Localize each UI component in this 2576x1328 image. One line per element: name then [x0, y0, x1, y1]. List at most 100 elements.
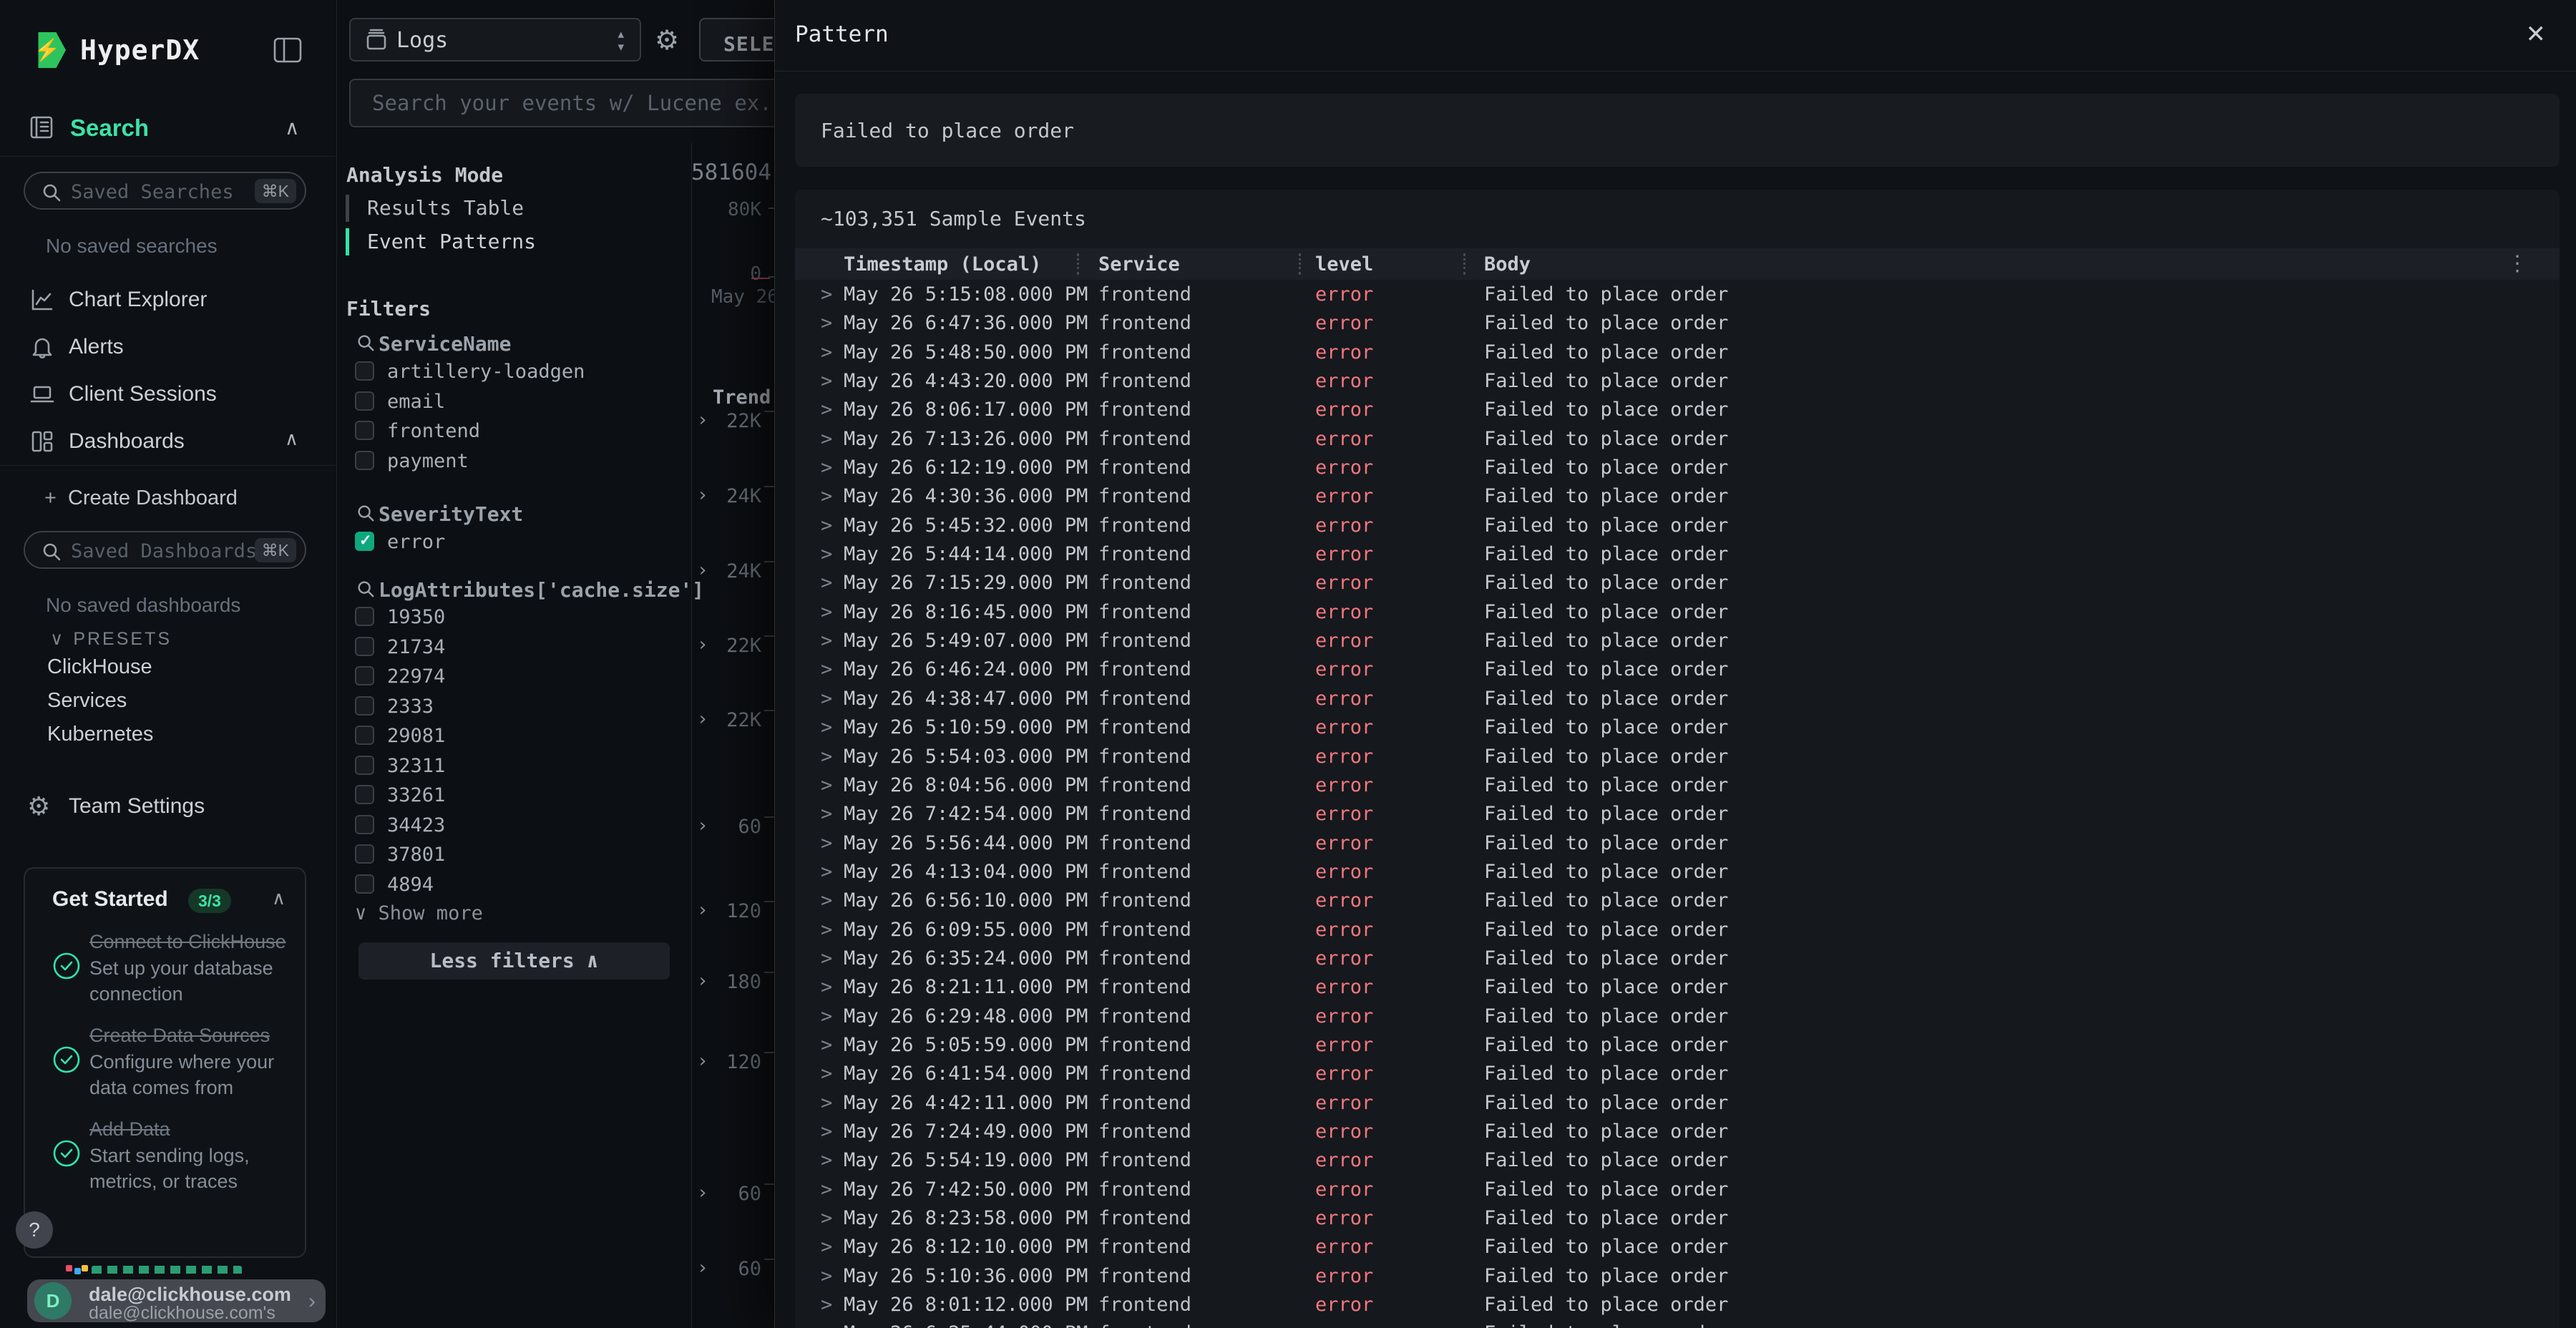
column-separator[interactable] [1463, 253, 1465, 275]
event-row[interactable]: > May 26 7:13:26.000 PM frontend error F… [795, 424, 2560, 453]
expand-chevron-icon[interactable]: > [821, 1092, 832, 1114]
event-row[interactable]: > May 26 4:30:36.000 PM frontend error F… [795, 482, 2560, 510]
event-row[interactable]: > May 26 5:15:08.000 PM frontend error F… [795, 280, 2560, 308]
event-row[interactable]: > May 26 6:41:54.000 PM frontend error F… [795, 1059, 2560, 1088]
preset-dashboard-link[interactable]: Kubernetes [47, 723, 153, 751]
expand-chevron-icon[interactable]: > [821, 947, 832, 970]
pattern-row-preview[interactable]: › 120 [691, 898, 784, 927]
expand-chevron-icon[interactable]: > [821, 889, 832, 912]
expand-chevron-icon[interactable]: > [821, 1034, 832, 1056]
checkbox[interactable] [355, 785, 374, 804]
filter-checkbox-option[interactable]: error [337, 528, 691, 558]
collapse-sidebar-icon[interactable] [272, 34, 303, 66]
search-collapse-icon[interactable]: ∧ [285, 116, 300, 140]
event-row[interactable]: > May 26 7:24:49.000 PM frontend error F… [795, 1117, 2560, 1146]
checkbox[interactable] [355, 696, 374, 716]
source-select[interactable]: Logs ▴▾ [349, 18, 641, 62]
pattern-row-preview[interactable]: › 180 [691, 969, 784, 997]
pattern-row-preview[interactable]: › 60 [691, 1256, 784, 1284]
event-row[interactable]: > May 26 7:15:29.000 PM frontend error F… [795, 568, 2560, 597]
source-settings-gear-icon[interactable]: ⚙ [655, 24, 679, 57]
pattern-row-preview[interactable]: › 22K [691, 633, 784, 661]
sidebar-item-search[interactable]: Search [70, 114, 149, 142]
checkbox[interactable] [355, 874, 374, 894]
pattern-row-preview[interactable]: › 24K [691, 483, 784, 512]
checkbox[interactable] [355, 844, 374, 864]
preset-dashboard-link[interactable]: Services [47, 689, 127, 718]
col-service[interactable]: Service [1098, 253, 1180, 275]
checkbox[interactable] [355, 421, 374, 440]
filter-checkbox-option[interactable]: frontend [337, 417, 691, 447]
filter-checkbox-option[interactable]: 29081 [337, 722, 691, 752]
event-row[interactable]: > May 26 6:09:55.000 PM frontend error F… [795, 915, 2560, 944]
event-row[interactable]: > May 26 5:54:03.000 PM frontend error F… [795, 742, 2560, 771]
col-body[interactable]: Body [1484, 253, 1531, 275]
sidebar-item-alerts[interactable]: Alerts [0, 331, 336, 365]
expand-chevron-icon[interactable]: > [821, 283, 832, 306]
event-row[interactable]: > May 26 8:12:10.000 PM frontend error F… [795, 1232, 2560, 1261]
pattern-row-preview[interactable]: › 60 [691, 814, 784, 842]
event-row[interactable]: > May 26 5:10:36.000 PM frontend error F… [795, 1261, 2560, 1290]
filter-checkbox-option[interactable]: 37801 [337, 841, 691, 871]
search-icon[interactable] [356, 503, 376, 527]
event-row[interactable]: > May 26 6:29:48.000 PM frontend error F… [795, 1002, 2560, 1030]
expand-chevron-icon[interactable]: > [821, 861, 832, 883]
expand-chevron-icon[interactable]: > [821, 341, 832, 363]
show-more-link[interactable]: ∨ Show more [355, 902, 483, 924]
saved-searches-input[interactable]: Saved Searches ⌘K [24, 172, 306, 210]
event-row[interactable]: > May 26 4:38:47.000 PM frontend error F… [795, 684, 2560, 713]
expand-chevron-icon[interactable]: > [821, 1063, 832, 1085]
event-row[interactable]: > May 26 6:46:24.000 PM frontend error F… [795, 655, 2560, 683]
expand-chevron-icon[interactable]: > [821, 976, 832, 998]
checkbox[interactable] [355, 361, 374, 381]
dashboards-collapse-icon[interactable]: ∧ [285, 428, 298, 450]
expand-chevron-icon[interactable]: > [821, 658, 832, 680]
help-button[interactable]: ? [16, 1211, 53, 1249]
pattern-row-preview[interactable]: › 22K [691, 707, 784, 736]
presets-header[interactable]: ∨PRESETS [50, 628, 172, 650]
checkbox[interactable] [355, 532, 374, 551]
expand-chevron-icon[interactable]: > [821, 1294, 832, 1316]
checkbox[interactable] [355, 666, 374, 685]
event-row[interactable]: > May 26 8:23:58.000 PM frontend error F… [795, 1204, 2560, 1232]
event-row[interactable]: > May 26 6:25:44.000 PM frontend error F… [795, 1319, 2560, 1328]
analysis-mode-option[interactable]: Event Patterns [337, 225, 691, 259]
event-row[interactable]: > May 26 5:45:32.000 PM frontend error F… [795, 511, 2560, 540]
expand-chevron-icon[interactable]: > [821, 1178, 832, 1201]
checkbox[interactable] [355, 607, 374, 626]
expand-chevron-icon[interactable]: > [821, 1005, 832, 1027]
pattern-row-preview[interactable]: › 24K [691, 558, 784, 587]
pattern-row-preview[interactable]: › 60 [691, 1181, 784, 1209]
search-icon[interactable] [356, 579, 376, 602]
expand-chevron-icon[interactable]: > [821, 543, 832, 565]
filter-checkbox-option[interactable]: 22974 [337, 663, 691, 693]
event-row[interactable]: > May 26 5:48:50.000 PM frontend error F… [795, 338, 2560, 366]
column-separator[interactable] [1077, 253, 1079, 275]
less-filters-button[interactable]: Less filters ∧ [358, 942, 670, 980]
expand-chevron-icon[interactable]: > [821, 1149, 832, 1171]
event-row[interactable]: > May 26 5:44:14.000 PM frontend error F… [795, 540, 2560, 568]
expand-chevron-icon[interactable]: > [821, 370, 832, 392]
expand-chevron-icon[interactable]: > [821, 572, 832, 594]
expand-chevron-icon[interactable]: > [821, 1236, 832, 1258]
col-level[interactable]: level [1315, 253, 1373, 275]
expand-chevron-icon[interactable]: > [821, 485, 832, 507]
expand-chevron-icon[interactable]: > [821, 312, 832, 334]
event-row[interactable]: > May 26 6:56:10.000 PM frontend error F… [795, 886, 2560, 914]
sidebar-item-chart-explorer[interactable]: Chart Explorer [0, 283, 336, 318]
expand-chevron-icon[interactable]: > [821, 428, 832, 450]
filter-checkbox-option[interactable]: 4894 [337, 871, 691, 901]
expand-chevron-icon[interactable]: > [821, 1322, 832, 1328]
event-row[interactable]: > May 26 4:42:11.000 PM frontend error F… [795, 1088, 2560, 1117]
filter-checkbox-option[interactable]: 2333 [337, 693, 691, 723]
event-row[interactable]: > May 26 7:42:54.000 PM frontend error F… [795, 799, 2560, 828]
pattern-row-preview[interactable]: › 22K [691, 408, 784, 436]
filter-checkbox-option[interactable]: 21734 [337, 633, 691, 663]
checkbox[interactable] [355, 726, 374, 745]
filter-checkbox-option[interactable]: 33261 [337, 781, 691, 811]
get-started-item[interactable]: Create Data Sources Configure where your… [51, 1022, 296, 1100]
event-row[interactable]: > May 26 4:13:04.000 PM frontend error F… [795, 857, 2560, 886]
expand-chevron-icon[interactable]: > [821, 601, 832, 623]
event-row[interactable]: > May 26 8:21:11.000 PM frontend error F… [795, 972, 2560, 1001]
event-row[interactable]: > May 26 6:12:19.000 PM frontend error F… [795, 453, 2560, 482]
